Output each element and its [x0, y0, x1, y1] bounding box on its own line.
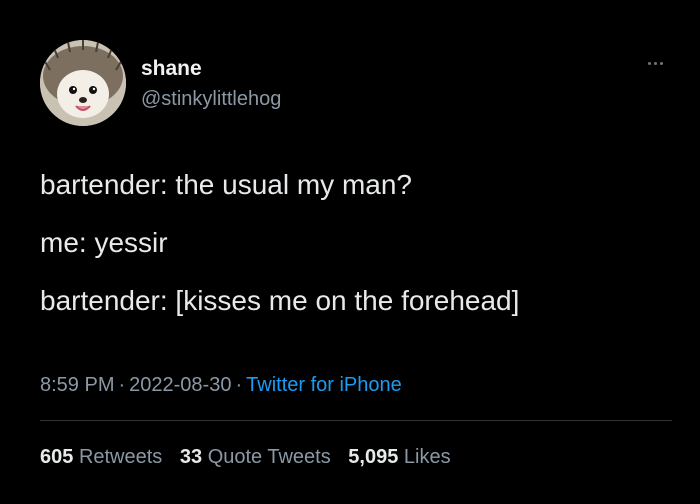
author-handle[interactable]: @stinkylittlehog	[141, 87, 281, 111]
retweets-count: 605	[40, 446, 74, 468]
hedgehog-avatar-icon	[40, 40, 126, 126]
quote-tweets-count: 33	[179, 446, 203, 468]
quote-tweets-label: Quote Tweets	[207, 446, 331, 468]
tweet-text-line: me: yessir	[40, 227, 168, 258]
tweet-text: bartender: the usual my man? me: yessir …	[40, 168, 670, 318]
tweet-text-line: bartender: [kisses me on the forehead]	[40, 285, 520, 316]
ellipsis-icon[interactable]	[643, 56, 667, 70]
tweet-date[interactable]: 2022-08-30	[129, 374, 231, 396]
divider	[40, 420, 672, 421]
tweet-stats: 605 Retweets 33 Quote Tweets 5,095 Likes	[40, 444, 463, 470]
tweet-card: shane @stinkylittlehog bartender: the us…	[0, 0, 700, 504]
quote-tweets-stat[interactable]: 33 Quote Tweets	[180, 446, 331, 468]
ellipsis-dot	[647, 61, 651, 65]
likes-count: 5,095	[348, 446, 399, 468]
author-display-name[interactable]: shane	[141, 57, 202, 81]
likes-label: Likes	[403, 446, 451, 468]
ellipsis-dot	[653, 61, 657, 65]
meta-separator: ·	[235, 374, 243, 396]
tweet-text-line: bartender: the usual my man?	[40, 169, 412, 200]
avatar[interactable]	[40, 40, 126, 126]
meta-separator: ·	[118, 374, 126, 396]
tweet-time[interactable]: 8:59 PM	[40, 374, 114, 396]
ellipsis-dot	[659, 61, 663, 65]
tweet-meta: 8:59 PM · 2022-08-30 · Twitter for iPhone	[40, 372, 402, 398]
likes-stat[interactable]: 5,095 Likes	[348, 446, 450, 468]
retweets-label: Retweets	[78, 446, 163, 468]
tweet-source-link[interactable]: Twitter for iPhone	[246, 374, 402, 396]
retweets-stat[interactable]: 605 Retweets	[40, 446, 162, 468]
